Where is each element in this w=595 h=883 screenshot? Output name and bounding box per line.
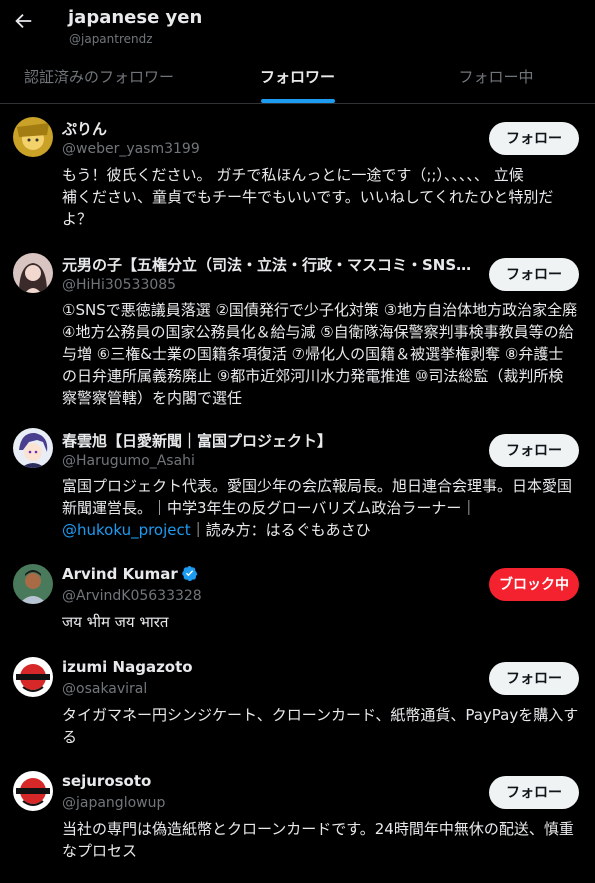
avatar[interactable] bbox=[13, 564, 53, 604]
user-bio: タイガマネー円シンジケート、クローンカード、紙幣通貨、PayPayを購入す る bbox=[62, 704, 580, 748]
follow-button[interactable]: フォロー bbox=[489, 258, 579, 291]
bio-line: @hukoku_project｜読み方：はるぐもあさひ bbox=[62, 519, 580, 541]
tab-following[interactable]: フォロー中 bbox=[397, 56, 595, 103]
user-name[interactable]: Arvind Kumar bbox=[62, 565, 198, 583]
bio-line: の日弁連所属義務廃止 ⑨都市近郊河川水力発電推進 ⑩司法総監（裁判所検 bbox=[62, 367, 564, 385]
list-item[interactable]: 春雲旭【日愛新聞｜富国プロジェクト】 @Harugumo_Asahi フォロー … bbox=[0, 416, 595, 551]
verified-badge-icon bbox=[181, 565, 198, 582]
user-handle[interactable]: @HiHi30533085 bbox=[62, 277, 176, 293]
follow-button[interactable]: フォロー bbox=[489, 122, 579, 155]
user-name[interactable]: 元男の子【五権分立（司法・立法・行政・マスコミ・SNS… bbox=[62, 254, 471, 275]
bio-line: 富国プロジェクト代表。愛国少年の会広報局長。旭日連合会理事。日本愛国 bbox=[62, 477, 573, 495]
follow-button[interactable]: フォロー bbox=[489, 662, 579, 695]
avatar[interactable] bbox=[13, 253, 53, 293]
back-arrow-icon[interactable] bbox=[12, 10, 34, 32]
active-tab-indicator bbox=[260, 99, 335, 103]
user-name-text: Arvind Kumar bbox=[62, 565, 178, 583]
user-handle[interactable]: @japanglowup bbox=[62, 795, 165, 811]
bio-line: जय भीम जय भारत bbox=[62, 613, 169, 631]
page-header: japanese yen @japantrendz bbox=[0, 0, 595, 56]
user-bio: 富国プロジェクト代表。愛国少年の会広報局長。旭日連合会理事。日本愛国 新聞運営長… bbox=[62, 475, 580, 541]
list-item[interactable]: 元男の子【五権分立（司法・立法・行政・マスコミ・SNS… @HiHi305330… bbox=[0, 240, 595, 416]
list-item[interactable]: sejurosoto @japanglowup フォロー 当社の専門は偽造紙幣と… bbox=[0, 758, 595, 883]
user-name[interactable]: 春雲旭【日愛新聞｜富国プロジェクト】 bbox=[62, 430, 332, 451]
page-handle: @japantrendz bbox=[69, 32, 153, 46]
list-item[interactable]: Arvind Kumar @ArvindK05633328 ブロック中 जय भ… bbox=[0, 551, 595, 644]
bio-line: なプロセス bbox=[62, 842, 138, 860]
user-handle[interactable]: @osakaviral bbox=[62, 681, 147, 697]
bio-line: ①SNSで悪徳議員落選 ②国債発行で少子化対策 ③地方自治体地方政治家全廃 bbox=[62, 301, 578, 319]
user-name[interactable]: ぷりん bbox=[62, 118, 107, 139]
avatar[interactable] bbox=[13, 428, 53, 468]
tab-label: フォロー中 bbox=[458, 68, 534, 86]
tab-label: 認証済みのフォロワー bbox=[23, 68, 174, 86]
tab-label: フォロワー bbox=[259, 68, 335, 86]
bio-line: もう！彼氏ください。 ガチで私ほんっとに一途です（;;）、、、、、 立候 bbox=[62, 166, 524, 184]
list-item[interactable]: ぷりん @weber_yasm3199 フォロー もう！彼氏ください。 ガチで私… bbox=[0, 104, 595, 240]
avatar[interactable] bbox=[13, 771, 53, 811]
user-handle[interactable]: @weber_yasm3199 bbox=[62, 141, 200, 157]
user-name[interactable]: sejurosoto bbox=[62, 772, 151, 790]
user-handle[interactable]: @Harugumo_Asahi bbox=[62, 453, 195, 469]
follow-button[interactable]: フォロー bbox=[489, 776, 579, 809]
bio-line: 新聞運営長。｜中学3年生の反グローバリズム政治ラーナー｜ bbox=[62, 499, 477, 517]
blocked-button[interactable]: ブロック中 bbox=[489, 568, 579, 601]
bio-line: タイガマネー円シンジケート、クローンカード、紙幣通貨、PayPayを購入す bbox=[62, 706, 579, 724]
user-bio: जय भीम जय भारत bbox=[62, 611, 580, 633]
bio-line: 補ください、童貞でもチー牛でもいいです。いいねしてくれたひと特別だ bbox=[62, 188, 554, 206]
bio-line: ④地方公務員の国家公務員化＆給与減 ⑤自衛隊海保警察判事検事教員等の給 bbox=[62, 323, 574, 341]
tab-followers[interactable]: フォロワー bbox=[198, 56, 397, 103]
bio-line: 当社の専門は偽造紙幣とクローンカードです。24時間年中無休の配送、慎重 bbox=[62, 820, 574, 838]
tab-verified-followers[interactable]: 認証済みのフォロワー bbox=[0, 56, 198, 103]
tab-bar: 認証済みのフォロワー フォロワー フォロー中 bbox=[0, 56, 595, 104]
avatar[interactable] bbox=[13, 657, 53, 697]
bio-link[interactable]: @hukoku_project bbox=[62, 521, 191, 539]
user-bio: ①SNSで悪徳議員落選 ②国債発行で少子化対策 ③地方自治体地方政治家全廃 ④地… bbox=[62, 299, 580, 409]
bio-line: よ？ bbox=[62, 210, 93, 228]
list-item[interactable]: izumi Nagazoto @osakaviral フォロー タイガマネー円シ… bbox=[0, 644, 595, 758]
bio-text: ｜読み方：はるぐもあさひ bbox=[190, 521, 371, 539]
avatar[interactable] bbox=[13, 117, 53, 157]
user-bio: 当社の専門は偽造紙幣とクローンカードです。24時間年中無休の配送、慎重 なプロセ… bbox=[62, 818, 580, 862]
user-handle[interactable]: @ArvindK05633328 bbox=[62, 588, 202, 604]
user-name[interactable]: izumi Nagazoto bbox=[62, 658, 193, 676]
follow-button[interactable]: フォロー bbox=[489, 434, 579, 467]
bio-line: 与増 ⑥三権&士業の国籍条項復活 ⑦帰化人の国籍＆被選挙権剥奪 ⑧弁護士 bbox=[62, 345, 564, 363]
bio-line: 察警察管轄）を内閣で選任 bbox=[62, 389, 243, 407]
page-title: japanese yen bbox=[68, 7, 203, 28]
user-bio: もう！彼氏ください。 ガチで私ほんっとに一途です（;;）、、、、、 立候 補くだ… bbox=[62, 164, 580, 230]
bio-line: る bbox=[62, 728, 78, 746]
